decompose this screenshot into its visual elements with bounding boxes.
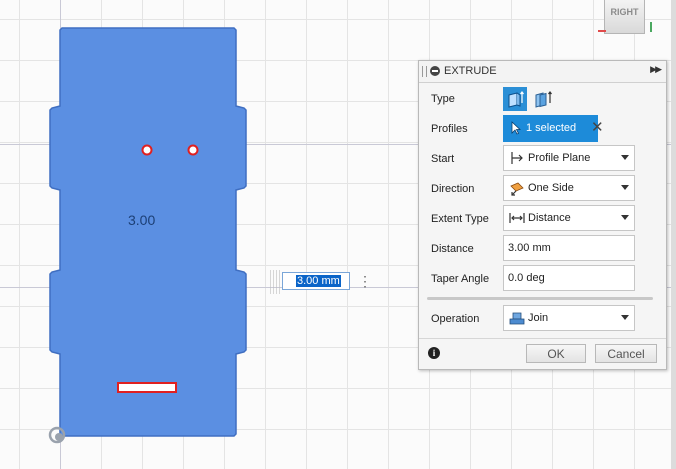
type-label: Type — [431, 93, 455, 105]
canvas-scrollbar[interactable] — [671, 0, 676, 469]
grip-icon[interactable] — [422, 66, 427, 77]
chevron-down-icon — [621, 215, 629, 220]
taper-angle-label: Taper Angle — [431, 273, 490, 285]
operation-label: Operation — [431, 313, 480, 325]
extrude-thin-icon — [535, 91, 552, 108]
panel-divider — [427, 297, 653, 300]
extrude-body-shape[interactable] — [49, 27, 247, 437]
start-value: Profile Plane — [528, 152, 591, 164]
profiles-label: Profiles — [431, 123, 468, 135]
inline-distance-value: 3.00 mm — [296, 275, 341, 287]
chevron-down-icon — [621, 185, 629, 190]
operation-dropdown[interactable]: Join — [503, 305, 635, 331]
panel-header[interactable]: EXTRUDE ▶▶ — [419, 61, 666, 83]
more-options-icon[interactable]: ⋮ — [358, 273, 372, 289]
distance-label: Distance — [431, 243, 474, 255]
inline-distance-control: 3.00 mm ⋮ — [270, 270, 374, 294]
sketch-hole-right[interactable] — [187, 144, 199, 156]
profile-plane-icon — [511, 152, 523, 164]
taper-angle-input[interactable] — [503, 265, 635, 291]
orbit-icon[interactable] — [48, 426, 66, 444]
info-icon[interactable]: i — [428, 347, 440, 359]
sketch-slot[interactable] — [117, 382, 177, 393]
viewcube[interactable]: RIGHT — [604, 0, 645, 34]
viewcube-x-axis — [598, 30, 606, 32]
profiles-selection-button[interactable]: 1 selected — [503, 115, 598, 142]
chevron-down-icon — [621, 315, 629, 320]
collapse-icon[interactable] — [430, 66, 440, 76]
double-chevron-right-icon[interactable]: ▶▶ — [650, 64, 662, 75]
panel-footer-divider — [419, 338, 666, 339]
start-dropdown[interactable]: Profile Plane — [503, 145, 635, 171]
start-label: Start — [431, 153, 455, 165]
cancel-button[interactable]: Cancel — [595, 344, 657, 363]
one-side-icon — [510, 182, 524, 196]
extrude-solid-icon — [508, 91, 524, 108]
body-dimension-label: 3.00 — [128, 212, 156, 228]
type-solid-button[interactable] — [503, 87, 527, 111]
distance-input[interactable] — [503, 235, 635, 261]
extent-type-value: Distance — [528, 212, 571, 224]
viewcube-z-axis — [650, 22, 652, 32]
cursor-icon — [511, 121, 521, 135]
type-thin-button[interactable] — [531, 87, 555, 111]
close-icon[interactable]: ✕ — [591, 120, 604, 135]
extent-type-dropdown[interactable]: Distance — [503, 205, 635, 231]
ok-button[interactable]: OK — [526, 344, 586, 363]
direction-label: Direction — [431, 183, 475, 195]
inline-distance-input[interactable]: 3.00 mm — [282, 272, 350, 290]
distance-arrows-icon — [509, 213, 525, 223]
direction-value: One Side — [528, 182, 574, 194]
profiles-selection-text: 1 selected — [526, 122, 577, 134]
direction-dropdown[interactable]: One Side — [503, 175, 635, 201]
join-icon — [509, 312, 525, 325]
drag-handle-icon[interactable] — [270, 270, 280, 294]
panel-title: EXTRUDE — [444, 65, 497, 77]
extrude-panel: EXTRUDE ▶▶ Type Profiles 1 selected ✕ St… — [418, 60, 667, 370]
operation-value: Join — [528, 312, 549, 324]
sketch-hole-left[interactable] — [141, 144, 153, 156]
extent-type-label: Extent Type — [431, 213, 489, 225]
chevron-down-icon — [621, 155, 629, 160]
